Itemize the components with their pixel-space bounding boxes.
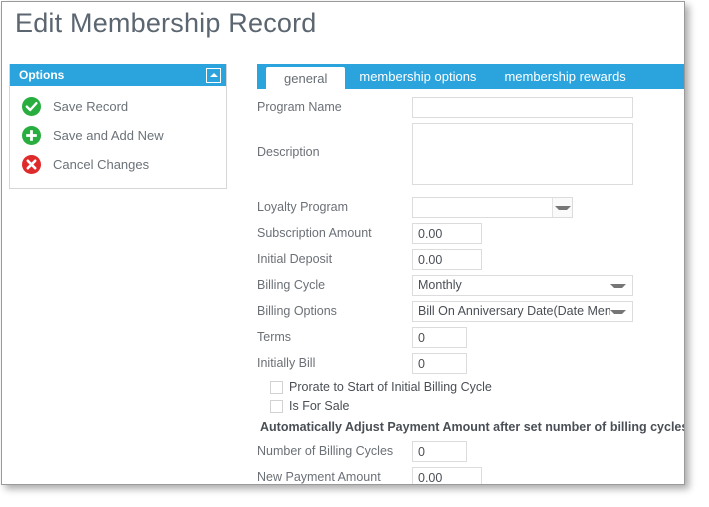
loyalty-program-value xyxy=(413,198,552,217)
terms-label: Terms xyxy=(257,330,292,344)
prorate-checkbox[interactable] xyxy=(270,381,283,394)
prorate-checkbox-row[interactable]: Prorate to Start of Initial Billing Cycl… xyxy=(270,380,684,395)
billing-cycle-select[interactable]: Monthly xyxy=(412,275,633,296)
row-loyalty-program: Loyalty Program xyxy=(257,197,684,218)
options-panel: Options Save Record Save and Add New Can… xyxy=(9,64,227,189)
program-name-input[interactable] xyxy=(412,97,633,118)
tab-membership-rewards[interactable]: membership rewards xyxy=(490,64,639,89)
billing-options-label: Billing Options xyxy=(257,304,337,318)
tab-strip: general membership options membership re… xyxy=(257,64,684,89)
initial-deposit-input[interactable] xyxy=(412,249,482,270)
initially-bill-label: Initially Bill xyxy=(257,356,316,370)
page-title: Edit Membership Record xyxy=(15,8,317,38)
description-textarea[interactable] xyxy=(412,123,633,185)
options-panel-header: Options xyxy=(10,64,226,86)
subscription-amount-input[interactable] xyxy=(412,223,482,244)
chevron-down-icon xyxy=(610,283,626,288)
chevron-up-icon[interactable] xyxy=(206,67,221,83)
row-terms: Terms xyxy=(257,327,684,348)
right-pane: general membership options membership re… xyxy=(257,64,685,484)
save-record-label: Save Record xyxy=(53,99,129,114)
tab-general[interactable]: general xyxy=(266,67,346,89)
billing-cycle-label: Billing Cycle xyxy=(257,278,326,292)
row-number-of-billing-cycles: Number of Billing Cycles xyxy=(257,441,684,462)
cancel-changes-label: Cancel Changes xyxy=(53,157,150,172)
billing-cycle-value: Monthly xyxy=(418,278,462,292)
app-root: Edit Membership Record Options Save Reco… xyxy=(0,0,709,507)
subscription-amount-label: Subscription Amount xyxy=(257,226,372,240)
number-of-billing-cycles-label: Number of Billing Cycles xyxy=(257,444,394,458)
loyalty-program-select[interactable] xyxy=(412,197,573,218)
row-description: Description xyxy=(257,123,684,188)
save-and-add-new-label: Save and Add New xyxy=(53,128,164,143)
terms-input[interactable] xyxy=(412,327,467,348)
description-label: Description xyxy=(257,145,320,159)
plus-circle-icon xyxy=(22,126,41,145)
billing-options-value: Bill On Anniversary Date(Date Memb xyxy=(418,304,610,318)
options-panel-body: Save Record Save and Add New Cancel Chan… xyxy=(10,86,226,188)
chevron-down-icon xyxy=(610,309,626,314)
chevron-down-glyph xyxy=(554,205,571,210)
row-program-name: Program Name xyxy=(257,97,684,118)
is-for-sale-label: Is For Sale xyxy=(289,399,350,414)
options-panel-title: Options xyxy=(19,68,65,82)
row-initial-deposit: Initial Deposit xyxy=(257,249,684,270)
edit-membership-window: Edit Membership Record Options Save Reco… xyxy=(1,1,685,485)
billing-options-select[interactable]: Bill On Anniversary Date(Date Memb xyxy=(412,301,633,322)
chevron-down-icon[interactable] xyxy=(552,198,572,217)
cancel-changes-button[interactable]: Cancel Changes xyxy=(10,150,226,179)
initially-bill-input[interactable] xyxy=(412,353,467,374)
tab-membership-options[interactable]: membership options xyxy=(345,64,490,89)
general-form: Program Name Description Loyalty Program xyxy=(257,89,685,484)
initial-deposit-label: Initial Deposit xyxy=(257,252,333,266)
is-for-sale-checkbox-row[interactable]: Is For Sale xyxy=(270,399,684,414)
row-billing-options: Billing Options Bill On Anniversary Date… xyxy=(257,301,684,322)
row-billing-cycle: Billing Cycle Monthly xyxy=(257,275,684,296)
save-and-add-new-button[interactable]: Save and Add New xyxy=(10,121,226,150)
row-subscription-amount: Subscription Amount xyxy=(257,223,684,244)
new-payment-amount-input[interactable] xyxy=(412,467,482,484)
row-initially-bill: Initially Bill xyxy=(257,353,684,374)
new-payment-amount-label: New Payment Amount xyxy=(257,470,381,484)
number-of-billing-cycles-input[interactable] xyxy=(412,441,467,462)
x-circle-icon xyxy=(22,155,41,174)
check-circle-icon xyxy=(22,97,41,116)
auto-adjust-heading: Automatically Adjust Payment Amount afte… xyxy=(260,420,685,434)
prorate-label: Prorate to Start of Initial Billing Cycl… xyxy=(289,380,492,395)
row-new-payment-amount: New Payment Amount xyxy=(257,467,684,484)
program-name-label: Program Name xyxy=(257,100,342,114)
chevron-up-glyph xyxy=(209,73,218,77)
save-record-button[interactable]: Save Record xyxy=(10,92,226,121)
is-for-sale-checkbox[interactable] xyxy=(270,400,283,413)
loyalty-program-label: Loyalty Program xyxy=(257,200,349,214)
